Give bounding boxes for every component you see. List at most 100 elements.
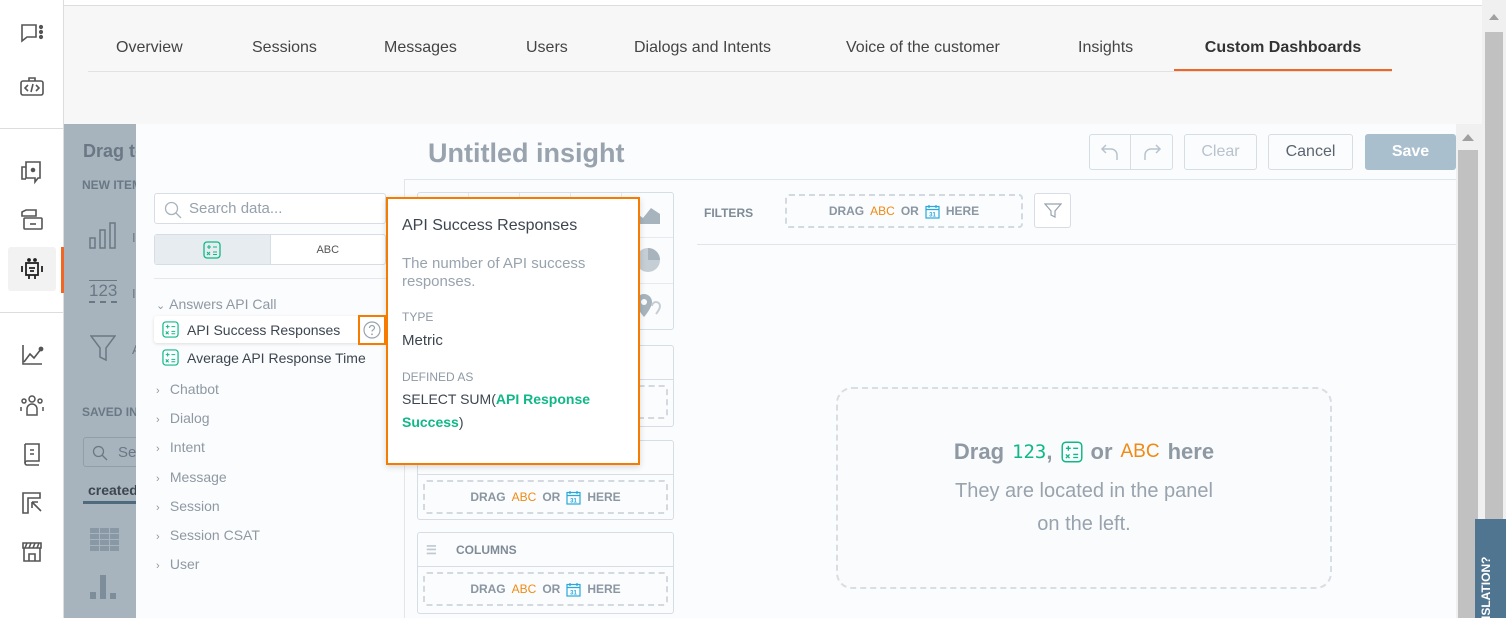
inbox-icon[interactable] [8, 198, 56, 242]
messages-icon[interactable] [8, 150, 56, 194]
calendar-icon: 31 [566, 490, 581, 505]
comma-text: , [1046, 439, 1053, 464]
group-user[interactable]: › User [156, 556, 199, 572]
field-api-success-responses[interactable]: API Success Responses [154, 316, 386, 343]
clear-button[interactable]: Clear [1184, 134, 1257, 170]
scroll-up-icon[interactable] [1489, 14, 1499, 20]
group-answers-api-call[interactable]: ⌄ Answers API Call [156, 296, 277, 312]
group-intent[interactable]: › Intent [156, 439, 205, 455]
tab-underline [83, 501, 143, 504]
save-button[interactable]: Save [1365, 134, 1456, 170]
columns-section: ☰ COLUMNS DRAG ABC OR 31 HERE [417, 532, 674, 614]
or-text: OR [542, 490, 561, 504]
tab-overview[interactable]: Overview [116, 30, 183, 71]
calendar-icon: 31 [925, 204, 940, 219]
insight-editor-modal: Untitled insight Clear Cancel Save ABC ⌄… [136, 124, 1456, 618]
code-bot-icon[interactable] [8, 64, 56, 108]
columns-drop-zone[interactable]: DRAG ABC OR 31 HERE [423, 572, 668, 606]
store-icon[interactable] [8, 530, 56, 574]
tab-dialogs-and-intents[interactable]: Dialogs and Intents [634, 30, 771, 71]
redo-icon [1143, 144, 1161, 160]
data-type-toggle: ABC [154, 234, 386, 265]
metrics-filter-tab[interactable] [155, 235, 271, 264]
funnel-icon [90, 335, 116, 362]
type-value: Metric [402, 332, 443, 349]
chevron-right-icon: › [156, 443, 160, 455]
here-text: here [1167, 439, 1215, 464]
chat-settings-icon[interactable] [8, 12, 56, 56]
svg-text:31: 31 [571, 590, 578, 596]
or-text: OR [542, 582, 561, 596]
tab-insights[interactable]: Insights [1078, 30, 1133, 71]
help-button[interactable] [358, 315, 386, 345]
drag-text: DRAG [470, 582, 506, 596]
filters-drop-zone[interactable]: DRAG ABC OR 31 HERE [785, 194, 1023, 228]
saved-search-placeholder: Se [118, 444, 137, 461]
search-icon [92, 445, 108, 461]
bot-icon[interactable] [8, 247, 56, 291]
people-icon[interactable] [8, 384, 56, 428]
group-session-csat[interactable]: › Session CSAT [156, 527, 260, 543]
filters-divider [697, 244, 1456, 245]
metric-icon [162, 321, 179, 338]
group-label: Session [169, 498, 220, 514]
here-text: HERE [587, 582, 621, 596]
chart-drop-zone[interactable]: Drag 123, or ABC here They are located i… [836, 387, 1332, 589]
redo-button[interactable] [1131, 135, 1172, 169]
description-line: They are located in the panel [955, 480, 1213, 502]
rail-divider [0, 128, 64, 129]
rail-divider [0, 312, 64, 313]
rows-drop-zone[interactable]: DRAG ABC OR 31 HERE [423, 480, 668, 514]
group-message[interactable]: › Message [156, 469, 227, 485]
group-dialog[interactable]: › Dialog [156, 410, 210, 426]
type-label: TYPE [402, 310, 434, 324]
attributes-filter-tab[interactable]: ABC [271, 235, 386, 264]
insight-title[interactable]: Untitled insight [428, 138, 624, 169]
chevron-right-icon: › [156, 414, 160, 426]
search-data-field[interactable] [189, 200, 379, 217]
undo-button[interactable] [1090, 135, 1132, 169]
saved-search-input[interactable]: Se [83, 437, 143, 467]
svg-text:31: 31 [929, 212, 936, 218]
group-chatbot[interactable]: › Chatbot [156, 381, 219, 397]
tab-custom-dashboards[interactable]: Custom Dashboards [1174, 30, 1392, 71]
chevron-right-icon: › [156, 531, 160, 543]
filter-button[interactable] [1034, 193, 1071, 228]
group-session[interactable]: › Session [156, 498, 220, 514]
funnel-icon [1043, 202, 1062, 218]
definition-prefix: SELECT SUM( [402, 391, 496, 407]
tab-voice-of-the-customer[interactable]: Voice of the customer [846, 30, 1000, 71]
list-icon: ☰ [426, 542, 437, 557]
group-label: Intent [169, 439, 205, 455]
empty-state-heading: Drag 123, or ABC here [838, 439, 1330, 465]
feedback-tab[interactable]: ISLATION? [1475, 519, 1506, 618]
abc-icon: ABC [870, 204, 895, 218]
number-icon: 123 [1012, 441, 1047, 463]
group-label: Dialog [169, 410, 210, 426]
columns-header: ☰ COLUMNS [418, 533, 673, 567]
chevron-right-icon: › [156, 502, 160, 514]
question-icon [363, 321, 381, 339]
group-label: Answers API Call [169, 296, 277, 312]
book-icon[interactable] [8, 432, 56, 476]
field-average-api-response-time[interactable]: Average API Response Time [154, 344, 386, 371]
analytics-icon[interactable] [8, 333, 56, 377]
here-text: HERE [945, 204, 980, 218]
drag-text: Drag [953, 439, 1005, 464]
search-data-input[interactable] [154, 193, 386, 224]
cancel-button[interactable]: Cancel [1268, 134, 1353, 170]
tab-messages[interactable]: Messages [384, 30, 457, 71]
chevron-right-icon: › [156, 473, 160, 485]
drag-text: DRAG [828, 204, 865, 218]
or-text: or [1090, 439, 1113, 464]
bar-chart-icon [89, 222, 116, 249]
tab-users[interactable]: Users [526, 30, 568, 71]
tab-sessions[interactable]: Sessions [252, 30, 317, 71]
undo-redo-group [1089, 134, 1173, 170]
select-area-icon[interactable] [8, 481, 56, 525]
scroll-up-icon[interactable] [1462, 134, 1474, 141]
group-label: Session CSAT [169, 527, 260, 543]
abc-icon: ABC [1120, 441, 1160, 462]
tab-created[interactable]: created [88, 482, 138, 498]
panel-divider [154, 278, 386, 279]
